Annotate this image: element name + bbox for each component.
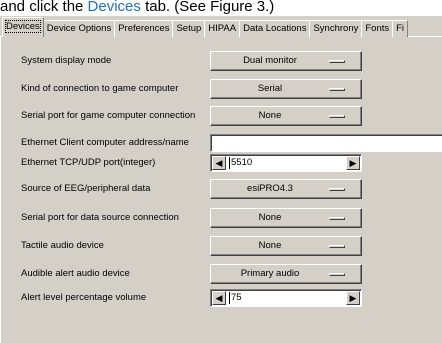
serial-game-select[interactable]: None [210, 106, 362, 126]
alert-volume-value: 75 [229, 292, 242, 304]
display-mode-select[interactable]: Dual monitor [210, 51, 362, 71]
tactile-value: None [258, 240, 282, 251]
ethernet-port-stepper[interactable]: ◀ 5510 ▶ [210, 154, 362, 172]
tab-synchrony[interactable]: Synchrony [309, 20, 363, 37]
tab-device-options[interactable]: Device Options [42, 20, 116, 37]
caption-prefix: and click the [0, 0, 88, 15]
decrement-arrow-icon[interactable]: ◀ [212, 156, 226, 170]
tab-hipaa[interactable]: HIPAA [204, 20, 241, 37]
devices-panel: System display mode Dual monitor Kind of… [0, 36, 442, 343]
ethernet-address-label: Ethernet Client computer address/name [21, 137, 189, 148]
dropdown-bar-icon [329, 88, 345, 91]
connection-select[interactable]: Serial [210, 79, 362, 99]
dropdown-bar-icon [329, 217, 345, 220]
connection-value: Serial [257, 83, 283, 94]
caption-tab-reference: Devices [87, 0, 141, 15]
alert-device-label: Audible alert audio device [21, 268, 130, 279]
tab-preferences[interactable]: Preferences [114, 20, 174, 37]
display-mode-value: Dual monitor [243, 55, 297, 66]
alert-device-select[interactable]: Primary audio [210, 264, 362, 284]
alert-volume-label: Alert level percentage volume [21, 292, 147, 303]
dropdown-bar-icon [329, 273, 345, 276]
dropdown-bar-icon [329, 60, 345, 63]
connection-label: Kind of connection to game computer [21, 83, 179, 94]
dropdown-bar-icon [329, 115, 345, 118]
serial-data-label: Serial port for data source connection [21, 212, 179, 223]
eeg-source-value: esiPRO4.3 [247, 183, 293, 194]
dropdown-bar-icon [329, 188, 345, 191]
increment-arrow-icon[interactable]: ▶ [346, 156, 360, 170]
ethernet-port-label: Ethernet TCP/UDP port(integer) [21, 157, 156, 168]
eeg-source-select[interactable]: esiPRO4.3 [210, 179, 362, 199]
dropdown-bar-icon [329, 245, 345, 248]
alert-device-value: Primary audio [240, 268, 300, 279]
serial-game-label: Serial port for game computer connection [21, 110, 196, 121]
caption-suffix: tab. (See Figure 3.) [140, 0, 275, 15]
tab-setup[interactable]: Setup [172, 20, 206, 37]
increment-arrow-icon[interactable]: ▶ [346, 291, 360, 305]
tactile-select[interactable]: None [210, 236, 362, 256]
tab-data-locations[interactable]: Data Locations [239, 20, 311, 37]
alert-volume-stepper[interactable]: ◀ 75 ▶ [210, 289, 362, 307]
decrement-arrow-icon[interactable]: ◀ [212, 291, 226, 305]
ethernet-port-value: 5510 [229, 157, 253, 169]
serial-data-value: None [258, 212, 282, 223]
settings-dialog: Devices Device Options Preferences Setup… [0, 16, 442, 343]
tactile-label: Tactile audio device [21, 240, 104, 251]
serial-game-value: None [258, 110, 282, 121]
tab-more[interactable]: Fi [392, 20, 409, 37]
tab-bar: Devices Device Options Preferences Setup… [0, 16, 442, 37]
tab-devices[interactable]: Devices [2, 17, 44, 37]
eeg-source-label: Source of EEG/peripheral data [21, 183, 151, 194]
display-mode-label: System display mode [21, 55, 112, 66]
ethernet-address-input[interactable] [210, 134, 442, 152]
serial-data-select[interactable]: None [210, 208, 362, 228]
tab-fonts[interactable]: Fonts [361, 20, 394, 37]
